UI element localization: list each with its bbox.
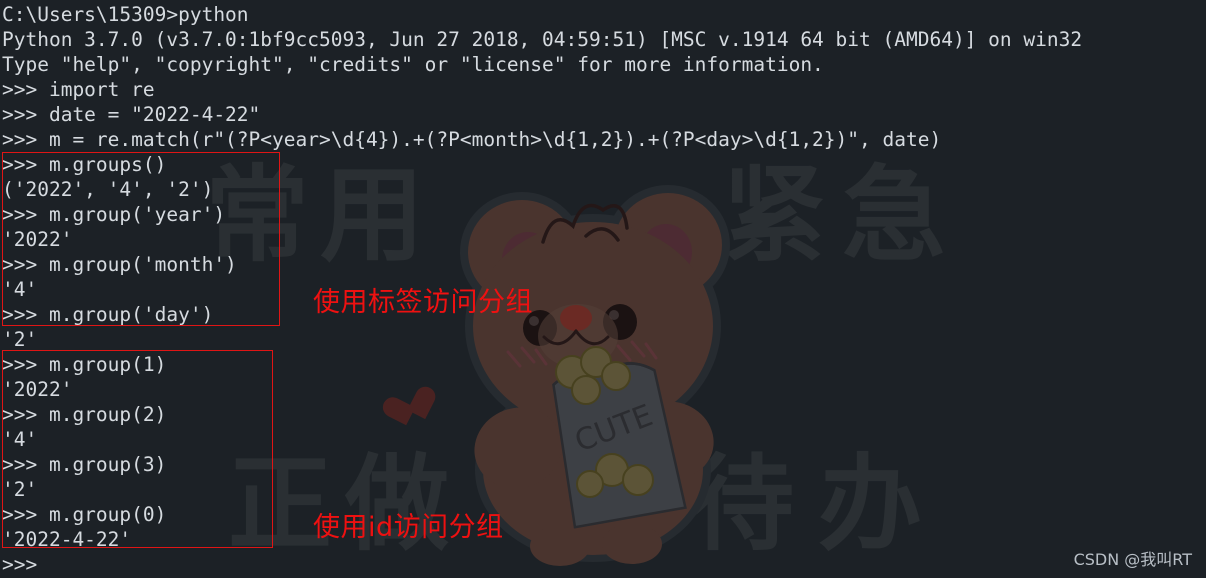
terminal-line: >>> date = "2022-4-22"	[2, 103, 261, 126]
terminal-line: C:\Users\15309>python	[2, 3, 249, 26]
highlight-box-id-access	[2, 350, 273, 548]
csdn-watermark: CSDN @我叫RT	[1073, 550, 1192, 569]
highlight-box-label-access	[2, 152, 280, 326]
annotation-id-access: 使用id访问分组	[313, 512, 504, 543]
terminal-line: Type "help", "copyright", "credits" or "…	[2, 53, 824, 76]
terminal-line: '2'	[2, 328, 38, 351]
terminal-window: 常 用 紧 急 正 做 待 办 CUTE C:\Users\15309>pyth…	[0, 0, 1206, 578]
terminal-line: >>>	[2, 553, 38, 576]
terminal-line: >>> m = re.match(r"(?P<year>\d{4}).+(?P<…	[2, 128, 942, 151]
terminal-line: Python 3.7.0 (v3.7.0:1bf9cc5093, Jun 27 …	[2, 28, 1083, 51]
terminal-line: >>> import re	[2, 78, 155, 101]
annotation-label-access: 使用标签访问分组	[313, 287, 533, 318]
